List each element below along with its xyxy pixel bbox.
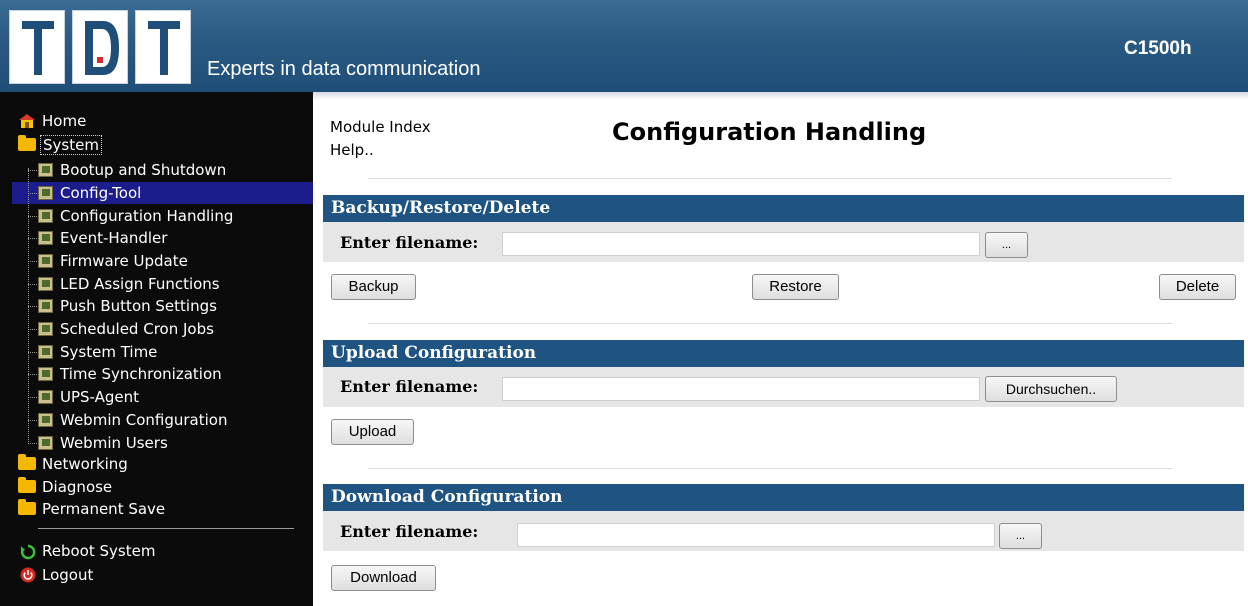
sidebar-item-label: Config-Tool: [60, 184, 142, 202]
logo-d-icon: [85, 21, 119, 75]
sidebar-item-label: Diagnose: [42, 478, 113, 496]
sidebar-item-label: Bootup and Shutdown: [60, 161, 227, 179]
header-banner: Experts in data communication C1500h: [0, 0, 1248, 92]
sidebar-item-label: Permanent Save: [42, 500, 166, 518]
module-icon: [38, 436, 53, 450]
upload-filename-label: Enter filename:: [340, 377, 479, 396]
logo-t2-icon: [148, 21, 180, 75]
model-name: C1500h: [1124, 38, 1192, 59]
content-top-shadow: [313, 92, 1248, 100]
folder-icon: [18, 454, 36, 470]
tdt-logo: [9, 10, 191, 84]
sidebar-item-label: LED Assign Functions: [60, 275, 220, 293]
help-link[interactable]: Help..: [330, 141, 374, 159]
sidebar-item-configuration-handling[interactable]: Configuration Handling: [0, 205, 300, 227]
backup-filename-label: Enter filename:: [340, 233, 479, 252]
upload-button[interactable]: Upload: [331, 419, 414, 445]
folder-open-icon: [18, 135, 36, 151]
sidebar-item-event-handler[interactable]: Event-Handler: [0, 227, 300, 249]
reboot-icon: [20, 544, 36, 560]
section-header-download: Download Configuration: [323, 484, 1244, 511]
module-icon: [38, 299, 53, 313]
module-icon: [38, 322, 53, 336]
sidebar-item-push-button-settings[interactable]: Push Button Settings: [0, 295, 300, 317]
sidebar-item-home[interactable]: Home: [0, 110, 300, 132]
sidebar-item-label: Push Button Settings: [60, 297, 217, 315]
sidebar-item-label: Configuration Handling: [60, 207, 234, 225]
reboot-system-link[interactable]: Reboot System: [0, 540, 300, 562]
divider: [368, 323, 1172, 324]
module-icon: [38, 390, 53, 404]
logo-t-icon: [22, 21, 54, 75]
sidebar-item-webmin-configuration[interactable]: Webmin Configuration: [0, 409, 300, 431]
section-header-upload: Upload Configuration: [323, 340, 1244, 367]
sidebar-item-permanent-save[interactable]: Permanent Save: [0, 498, 300, 520]
sidebar-item-ups-agent[interactable]: UPS-Agent: [0, 386, 300, 408]
sidebar-item-label: Scheduled Cron Jobs: [60, 320, 214, 338]
sidebar-item-led-assign-functions[interactable]: LED Assign Functions: [0, 273, 300, 295]
divider: [368, 178, 1172, 179]
sidebar-item-system-time[interactable]: System Time: [0, 341, 300, 363]
sidebar-separator: [38, 528, 294, 529]
module-icon: [38, 277, 53, 291]
sidebar-item-webmin-users[interactable]: Webmin Users: [0, 432, 300, 454]
restore-button[interactable]: Restore: [752, 274, 839, 300]
module-index-link[interactable]: Module Index: [330, 118, 431, 136]
module-icon: [38, 209, 53, 223]
module-icon: [38, 367, 53, 381]
page-title: Configuration Handling: [612, 118, 927, 146]
sidebar-item-label: Time Synchronization: [60, 365, 222, 383]
sidebar-item-config-tool[interactable]: Config-Tool: [0, 182, 300, 204]
sidebar-item-scheduled-cron-jobs[interactable]: Scheduled Cron Jobs: [0, 318, 300, 340]
sidebar-item-system[interactable]: System: [0, 134, 300, 156]
sidebar-item-label: Webmin Users: [60, 434, 168, 452]
backup-button[interactable]: Backup: [331, 274, 416, 300]
sidebar-item-firmware-update[interactable]: Firmware Update: [0, 250, 300, 272]
sidebar-item-label: Networking: [42, 455, 128, 473]
sidebar-item-label: Home: [42, 112, 87, 130]
download-filename-label: Enter filename:: [340, 522, 479, 541]
upload-filename-input[interactable]: [502, 377, 980, 401]
download-button[interactable]: Download: [331, 565, 436, 591]
module-icon: [38, 186, 53, 200]
section-header-backup: Backup/Restore/Delete: [323, 195, 1244, 222]
sidebar-item-label: Event-Handler: [60, 229, 168, 247]
logout-label: Logout: [42, 566, 94, 584]
download-browse-button[interactable]: ...: [999, 523, 1042, 549]
module-icon: [38, 254, 53, 268]
folder-icon: [18, 477, 36, 493]
tagline: Experts in data communication: [207, 58, 481, 80]
folder-icon: [18, 499, 36, 515]
sidebar-item-label: Firmware Update: [60, 252, 188, 270]
sidebar-item-time-synchronization[interactable]: Time Synchronization: [0, 363, 300, 385]
sidebar-item-label: UPS-Agent: [60, 388, 140, 406]
sidebar-item-label: Webmin Configuration: [60, 411, 228, 429]
sidebar-item-diagnose[interactable]: Diagnose: [0, 476, 300, 498]
upload-browse-button[interactable]: Durchsuchen..: [985, 376, 1117, 402]
power-icon: [20, 567, 36, 583]
sidebar-item-networking[interactable]: Networking: [0, 453, 300, 475]
module-icon: [38, 231, 53, 245]
home-icon: [19, 114, 35, 128]
module-icon: [38, 163, 53, 177]
backup-browse-button[interactable]: ...: [985, 232, 1028, 258]
module-icon: [38, 345, 53, 359]
logout-link[interactable]: Logout: [0, 564, 300, 586]
delete-button[interactable]: Delete: [1159, 274, 1236, 300]
download-filename-input[interactable]: [517, 523, 995, 547]
backup-filename-input[interactable]: [502, 232, 980, 256]
sidebar-item-label: System Time: [60, 343, 158, 361]
sidebar-item-bootup-and-shutdown[interactable]: Bootup and Shutdown: [0, 159, 300, 181]
sidebar-item-label: System: [40, 135, 102, 155]
module-icon: [38, 413, 53, 427]
divider: [368, 468, 1172, 469]
reboot-label: Reboot System: [42, 542, 156, 560]
